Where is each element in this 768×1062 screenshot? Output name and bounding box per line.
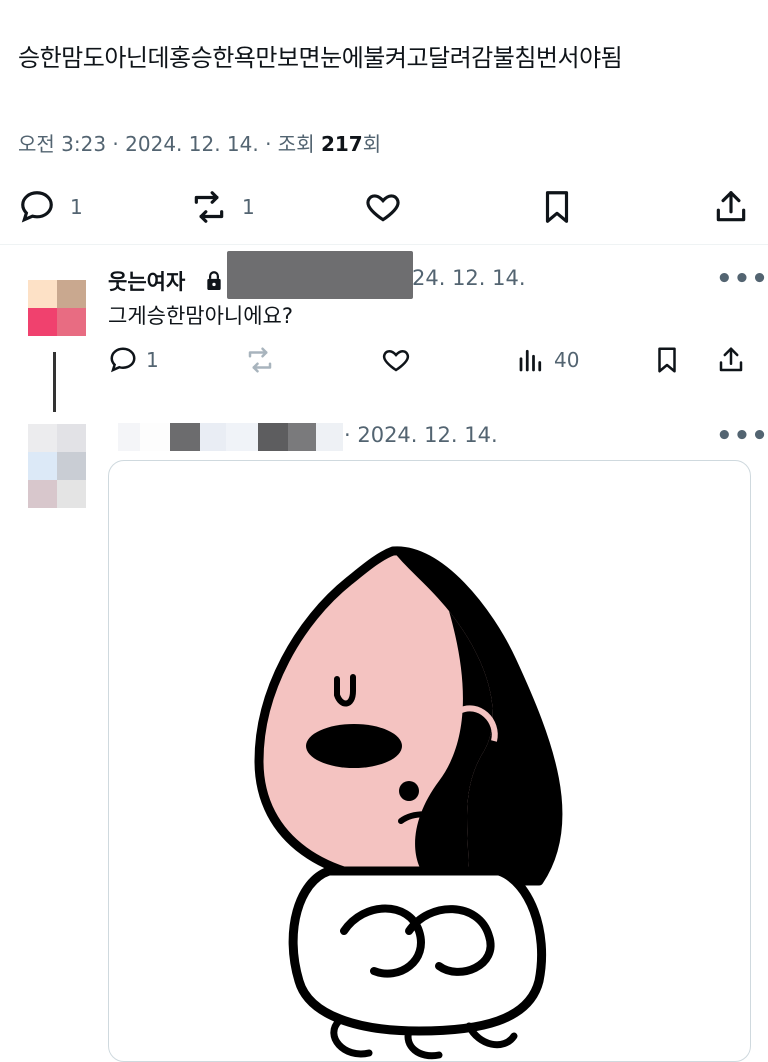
like-button[interactable] [364, 188, 402, 226]
media-image[interactable] [108, 460, 751, 1062]
analytics-icon [519, 349, 542, 372]
retweet-count: 1 [242, 195, 255, 219]
post-meta: 오전 3:23 · 2024. 12. 14. · 조회 217회 [18, 128, 381, 157]
retweet-button[interactable] [245, 345, 275, 375]
view-suffix: 회 [362, 132, 382, 156]
reply-count: 1 [146, 348, 159, 372]
like-button[interactable] [381, 345, 411, 375]
retweet-icon [248, 347, 272, 373]
share-icon [719, 347, 743, 372]
bookmark-icon [658, 347, 676, 373]
views-count: 40 [554, 348, 580, 372]
more-menu-button[interactable]: ••• [716, 264, 768, 294]
thread-line [53, 352, 56, 412]
post-time-date: 오전 3:23 · 2024. 12. 14. · 조회 [18, 132, 321, 156]
author-name[interactable]: 웃는여자 [108, 266, 185, 296]
reply-text: 그게승한맘아니에요? [108, 304, 294, 328]
reply-date: 24. 12. 14. [412, 266, 526, 290]
share-icon [716, 191, 746, 222]
bookmark-icon [545, 191, 569, 223]
heart-icon [382, 349, 410, 372]
bookmark-button[interactable] [538, 188, 576, 226]
views-button[interactable]: 40 [516, 345, 579, 375]
post-text: 승한맘도아닌데홍승한욕만보면눈에불켜고달려감불침번서야됨 [18, 44, 623, 72]
retweet-icon [194, 191, 224, 223]
view-count: 217 [320, 132, 363, 156]
reply-icon [110, 347, 136, 373]
avatar[interactable] [28, 280, 86, 336]
lock-icon [207, 271, 221, 290]
reply-date: · 2024. 12. 14. [344, 423, 498, 447]
reply-icon [21, 191, 53, 223]
reply-count: 1 [70, 195, 83, 219]
redacted-handle [227, 251, 413, 299]
divider [0, 244, 768, 245]
share-button[interactable] [716, 345, 746, 375]
more-menu-button[interactable]: ••• [716, 421, 768, 451]
avatar[interactable] [28, 424, 86, 508]
retweet-button[interactable]: 1 [190, 188, 255, 226]
share-button[interactable] [712, 188, 750, 226]
reply-button[interactable]: 1 [18, 188, 83, 226]
heart-icon [366, 194, 400, 222]
bookmark-button[interactable] [652, 345, 682, 375]
peach-character-illustration [254, 546, 563, 1060]
reply-button[interactable]: 1 [108, 345, 159, 375]
redacted-name [118, 423, 343, 451]
